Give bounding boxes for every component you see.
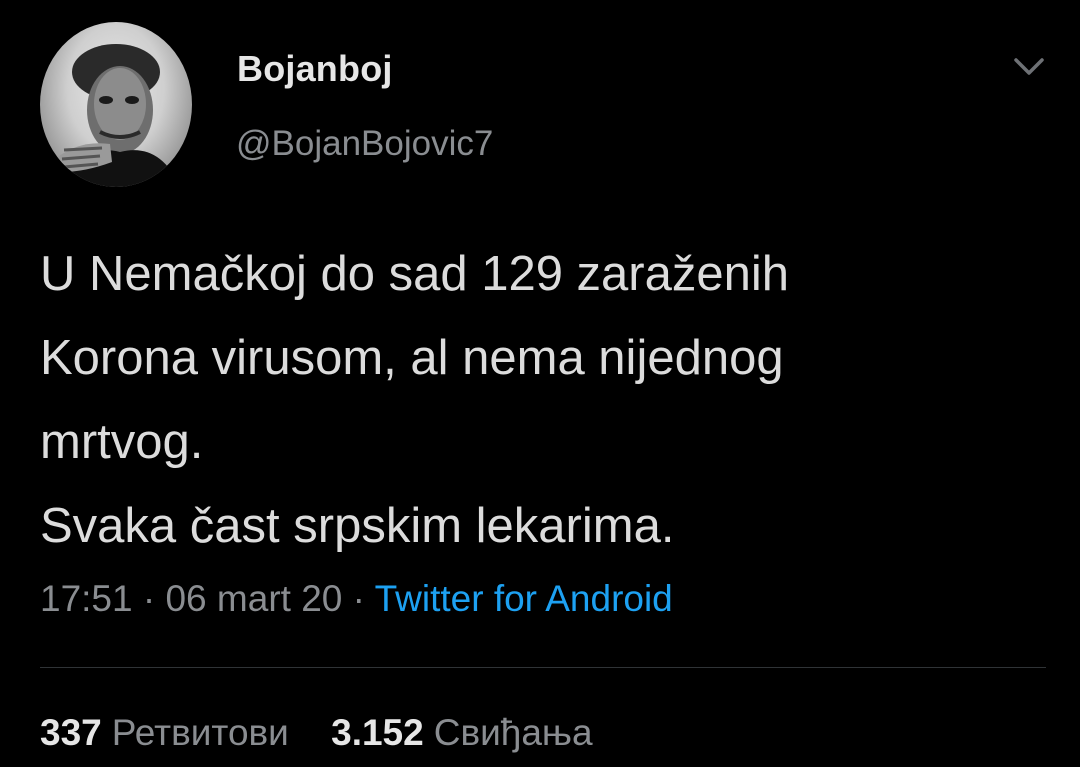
tweet-stats: 337 Ретвитови 3.152 Свиђања <box>40 712 625 754</box>
likes-stat[interactable]: 3.152 Свиђања <box>331 712 592 754</box>
display-name[interactable]: Bojanboj <box>237 48 393 90</box>
avatar[interactable] <box>40 22 192 187</box>
user-handle[interactable]: @BojanBojovic7 <box>236 124 493 164</box>
tweet-text: U Nemačkoj do sad 129 zaraženih Korona v… <box>40 232 1050 568</box>
tweet-detail: Bojanboj @BojanBojovic7 U Nemačkoj do sa… <box>0 0 1080 767</box>
tweet-time[interactable]: 17:51 <box>40 578 133 619</box>
meta-separator: · <box>132 578 166 619</box>
retweets-stat[interactable]: 337 Ретвитови <box>40 712 289 754</box>
tweet-source-link[interactable]: Twitter for Android <box>375 578 673 619</box>
likes-count: 3.152 <box>331 712 424 753</box>
tweet-meta: 17:51 · 06 mart 20 · Twitter for Android <box>40 578 673 620</box>
retweets-label: Ретвитови <box>111 712 289 753</box>
retweets-count: 337 <box>40 712 102 753</box>
tweet-date[interactable]: 06 mart 20 <box>165 578 342 619</box>
likes-label: Свиђања <box>433 712 593 753</box>
meta-separator: · <box>342 578 375 619</box>
tweet-text-line: mrtvog. <box>40 415 204 469</box>
chevron-down-icon[interactable] <box>1010 52 1048 82</box>
tweet-text-line: U Nemačkoj do sad 129 zaraženih <box>40 247 790 301</box>
divider <box>40 667 1046 668</box>
tweet-text-line: Svaka čast srpskim lekarima. <box>40 499 675 553</box>
profile-photo-icon <box>58 44 180 187</box>
tweet-text-line: Korona virusom, al nema nijednog <box>40 331 784 385</box>
